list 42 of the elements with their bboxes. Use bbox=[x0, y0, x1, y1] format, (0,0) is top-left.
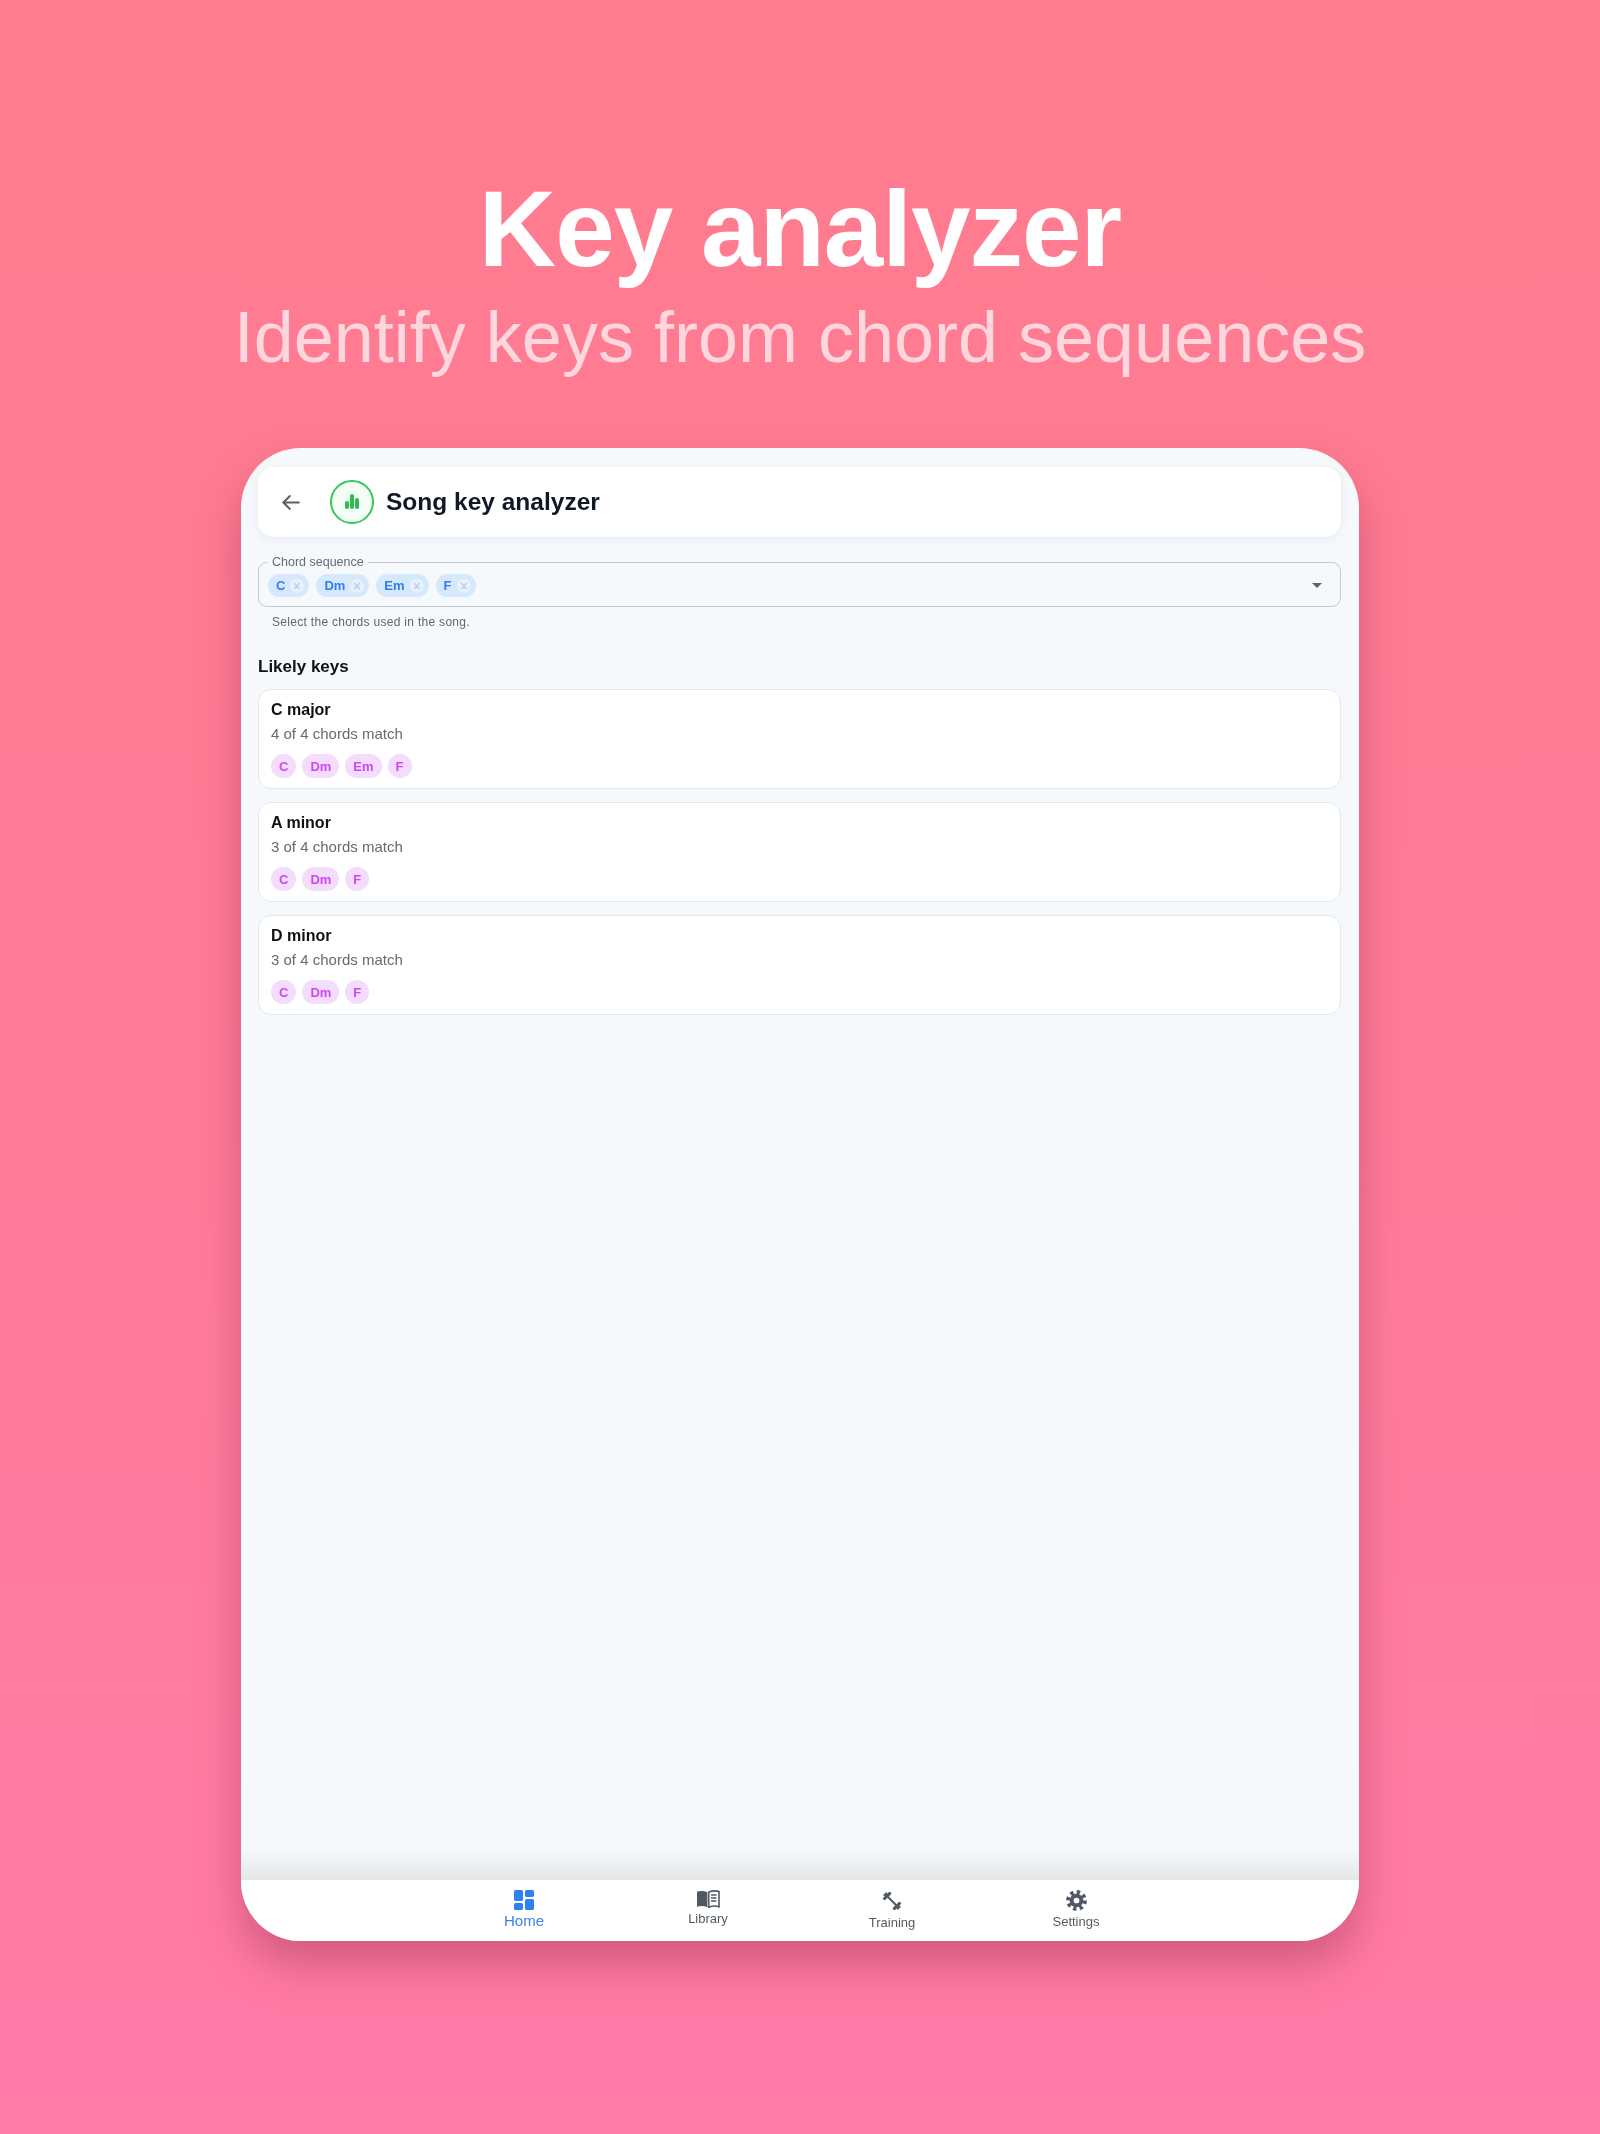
chord-tag: C bbox=[271, 754, 297, 778]
dumbbell-icon bbox=[881, 1890, 903, 1912]
chord-sequence-field[interactable]: Chord sequence C Dm Em F bbox=[258, 555, 1341, 607]
app-title: Song key analyzer bbox=[386, 488, 600, 516]
nav-item[interactable]: Training bbox=[800, 1880, 984, 1941]
close-icon[interactable] bbox=[456, 578, 471, 593]
chord-tag: Em bbox=[345, 754, 382, 778]
caret-icon[interactable] bbox=[1312, 583, 1322, 588]
match-count: 3 of 4 chords match bbox=[271, 950, 404, 970]
chord-tag: Dm bbox=[302, 754, 340, 778]
chord-tag: Dm bbox=[302, 867, 340, 891]
settings-icon bbox=[1065, 1890, 1087, 1911]
nav-item[interactable]: Library bbox=[616, 1880, 800, 1941]
close-icon[interactable] bbox=[350, 578, 365, 593]
chord-tag: F bbox=[387, 754, 412, 778]
key-name: D minor bbox=[271, 926, 333, 946]
match-count: 3 of 4 chords match bbox=[271, 837, 404, 857]
hero-title: Key analyzer bbox=[478, 168, 1122, 291]
bar-chart-icon bbox=[330, 480, 374, 524]
close-icon[interactable] bbox=[290, 578, 305, 593]
chord-tag: F bbox=[345, 867, 370, 891]
chord-tag: Dm bbox=[302, 980, 340, 1004]
key-name: A minor bbox=[271, 813, 332, 833]
match-count: 4 of 4 chords match bbox=[271, 724, 404, 744]
key-name: C major bbox=[271, 700, 332, 720]
nav-item[interactable]: Home bbox=[432, 1880, 616, 1941]
nav-item[interactable]: Settings bbox=[984, 1880, 1168, 1941]
chord-chip[interactable]: F bbox=[435, 574, 476, 597]
helper-text: Select the chords used in the song. bbox=[272, 614, 471, 630]
chord-chip[interactable]: C bbox=[268, 574, 310, 597]
chord-chip[interactable]: Em bbox=[376, 574, 429, 597]
chord-chip[interactable]: Dm bbox=[316, 574, 370, 597]
field-label: Chord sequence bbox=[271, 555, 365, 569]
chord-tag: C bbox=[271, 980, 297, 1004]
dashboard-icon bbox=[514, 1890, 534, 1910]
book-icon bbox=[696, 1890, 720, 1908]
close-icon[interactable] bbox=[409, 578, 424, 593]
section-title: Likely keys bbox=[258, 656, 350, 678]
hero-subtitle: Identify keys from chord sequences bbox=[233, 296, 1367, 379]
chord-tag: F bbox=[345, 980, 370, 1004]
chord-tag: C bbox=[271, 867, 297, 891]
back-arrow-icon bbox=[282, 494, 300, 510]
